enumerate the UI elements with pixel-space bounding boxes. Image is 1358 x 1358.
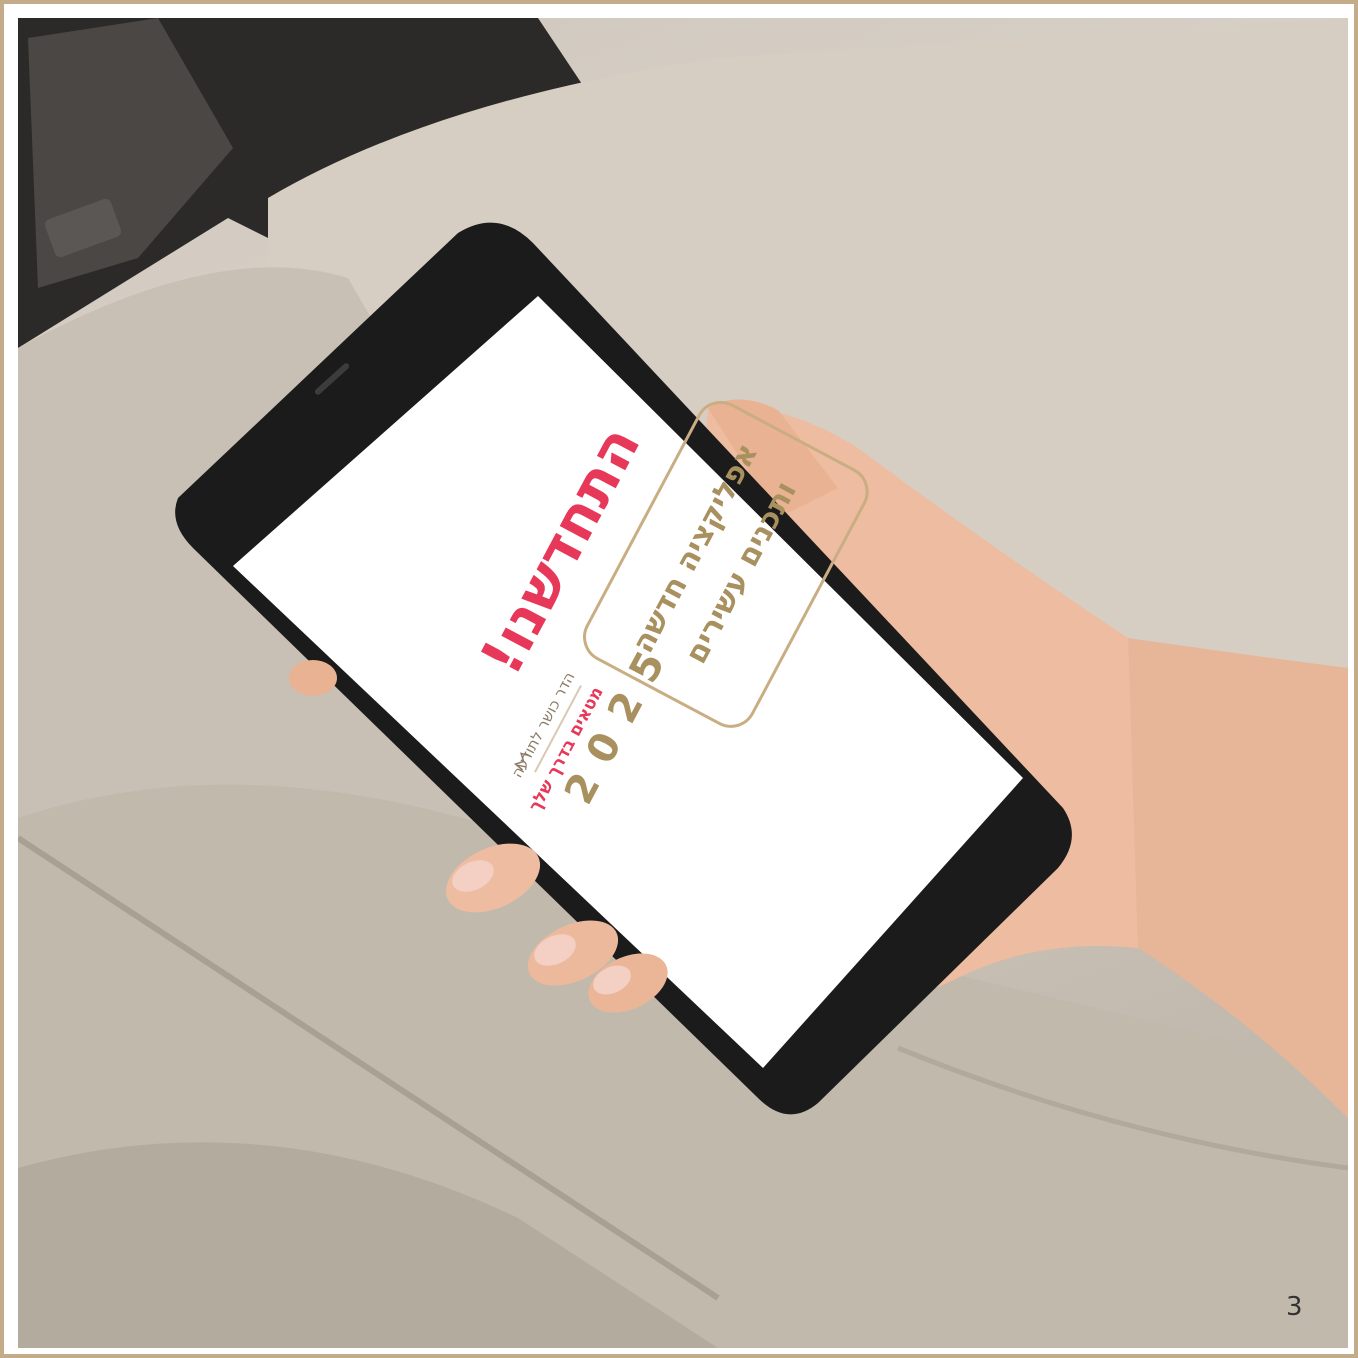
finger-tip <box>289 660 337 696</box>
brand-block: הדר כושר לתודעה מטאים בדרך שלך 2025 <box>508 628 683 815</box>
page-frame: התחדשנו! אפליקציה חדשה ותכנים עשירים הדר… <box>0 0 1358 1358</box>
page-number: 3 <box>1286 1292 1303 1322</box>
photo: התחדשנו! אפליקציה חדשה ותכנים עשירים הדר… <box>18 18 1348 1348</box>
